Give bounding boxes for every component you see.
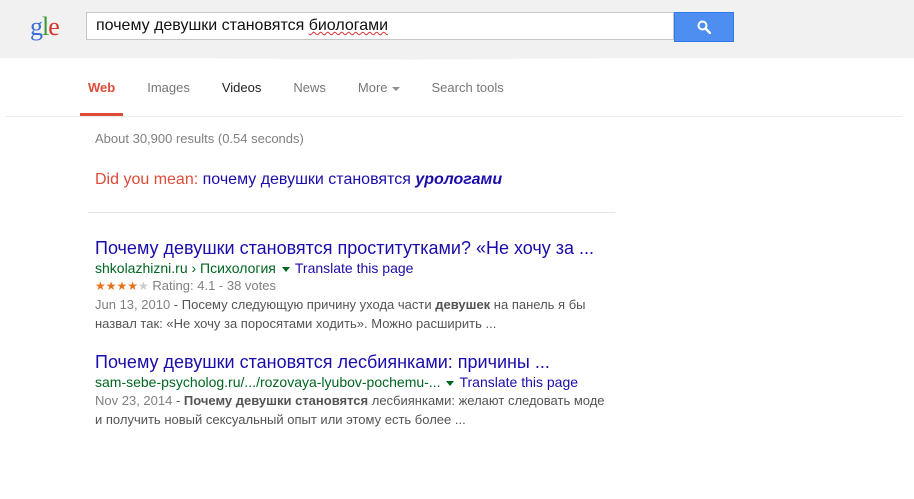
- did-you-mean: Did you mean: почему девушки становятся …: [95, 171, 502, 189]
- result-url: shkolazhizni.ru › Психология: [95, 260, 276, 276]
- logo-letter-e: e: [48, 12, 60, 41]
- tab-web[interactable]: Web: [79, 78, 124, 116]
- rating-stars-icon: ★★★★★: [95, 279, 149, 293]
- search-query: почему девушки становятся биологами: [96, 17, 388, 35]
- result-title-link[interactable]: Почему девушки становятся проститутками?…: [95, 237, 615, 259]
- did-you-mean-suggestion: урологами: [415, 171, 503, 188]
- snippet-part: - Посему следующую причину ухода части: [170, 297, 436, 312]
- did-you-mean-prefix: почему девушки становятся: [202, 171, 411, 188]
- dropdown-arrow-icon[interactable]: [281, 266, 290, 272]
- caret-down-icon: [391, 86, 400, 91]
- tab-search-tools[interactable]: Search tools: [432, 78, 504, 116]
- tab-more-label: More: [357, 80, 388, 95]
- dropdown-arrow-icon[interactable]: [446, 380, 455, 386]
- rating-text: Rating: 4.1 - 38 votes: [152, 278, 276, 293]
- header-edge: [0, 54, 914, 60]
- tab-news[interactable]: News: [293, 78, 326, 116]
- search-result: Почему девушки становятся проститутками?…: [95, 237, 615, 333]
- result-snippet: Jun 13, 2010 - Посему следующую причину …: [95, 295, 610, 333]
- logo-letter-g: g: [30, 12, 43, 41]
- search-result: Почему девушки становятся лесбиянками: п…: [95, 351, 615, 429]
- result-title-link[interactable]: Почему девушки становятся лесбиянками: п…: [95, 351, 615, 373]
- result-snippet: Nov 23, 2014 - Почему девушки становятся…: [95, 391, 610, 429]
- snippet-part: -: [172, 393, 184, 408]
- result-url-line: sam-sebe-psycholog.ru/.../rozovaya-lyubo…: [95, 373, 615, 391]
- tab-more[interactable]: More: [358, 78, 400, 116]
- search-tabs: Web Images Videos News More Search tools: [79, 78, 536, 118]
- result-url-line: shkolazhizni.ru › Психология Translate th…: [95, 259, 615, 277]
- translate-link[interactable]: Translate this page: [295, 260, 414, 276]
- did-you-mean-link[interactable]: почему девушки становятся урологами: [203, 171, 503, 188]
- snippet-highlight: девушек: [435, 297, 491, 312]
- snippet-highlight: Почему девушки становятся: [183, 393, 369, 408]
- tab-videos[interactable]: Videos: [222, 78, 262, 116]
- did-you-mean-label: Did you mean:: [95, 171, 199, 188]
- translate-link[interactable]: Translate this page: [459, 374, 578, 390]
- result-rating: ★★★★★ Rating: 4.1 - 38 votes: [95, 277, 615, 295]
- google-logo[interactable]: gle: [30, 12, 60, 42]
- result-url: sam-sebe-psycholog.ru/.../rozovaya-lyubo…: [95, 374, 441, 390]
- results-divider: [88, 212, 615, 213]
- tabs-divider: [6, 116, 902, 117]
- search-query-text: почему девушки становятся: [96, 17, 309, 34]
- search-query-misspelled: биологами: [308, 17, 389, 34]
- result-date: Jun 13, 2010: [95, 297, 171, 312]
- search-icon: [697, 20, 711, 34]
- result-date: Nov 23, 2014: [95, 393, 173, 408]
- search-button[interactable]: [674, 12, 734, 42]
- result-stats: About 30,900 results (0.54 seconds): [95, 131, 304, 146]
- search-input[interactable]: почему девушки становятся биологами: [86, 12, 674, 40]
- tab-images[interactable]: Images: [147, 78, 190, 116]
